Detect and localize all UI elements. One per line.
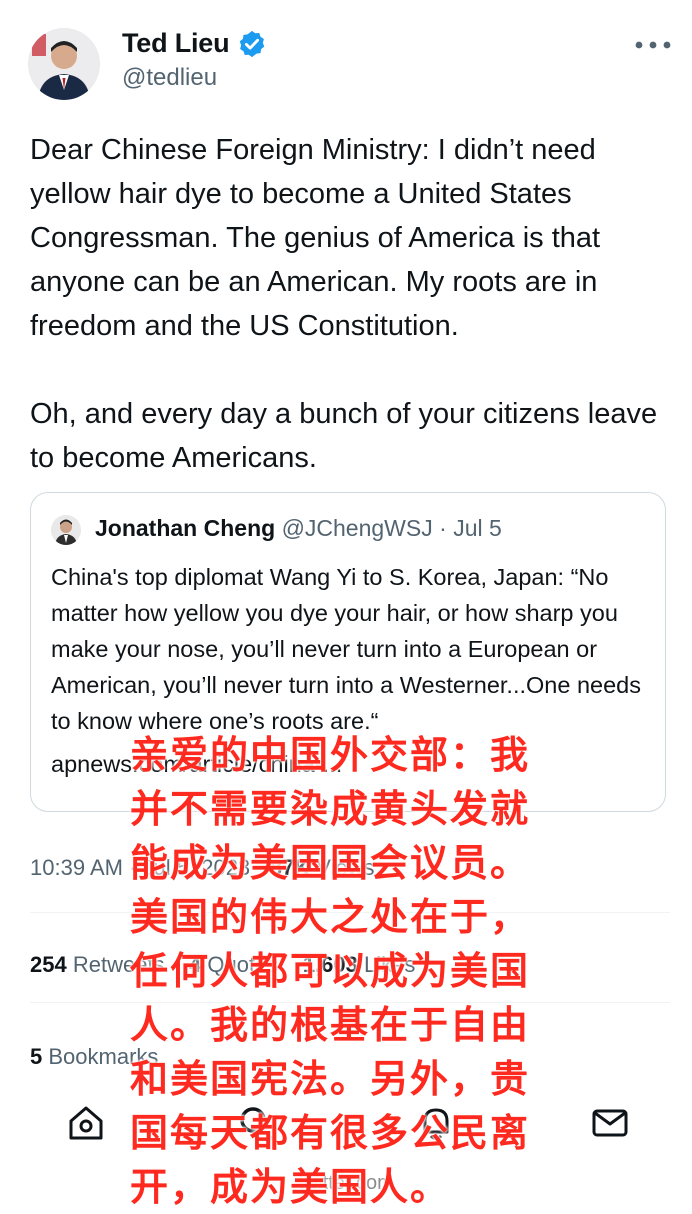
person-avatar-icon (51, 515, 81, 545)
quoted-tweet-header: Jonathan Cheng @JChengWSJ · Jul 5 (95, 515, 502, 542)
quoted-author-avatar (51, 515, 81, 545)
quoted-author-name: Jonathan Cheng (95, 515, 276, 541)
tweet-text: Dear Chinese Foreign Ministry: I didn’t … (30, 134, 658, 474)
retweets-count: 254 (30, 952, 67, 977)
more-options-icon[interactable] (633, 40, 673, 50)
author-handle[interactable]: @tedlieu (122, 64, 217, 92)
quoted-date: Jul 5 (453, 515, 502, 541)
translation-overlay-text: 亲爱的中国外交部：我 并不需要染成黄头发就 能成为美国国会议员。 美国的伟大之处… (130, 733, 531, 1209)
quoted-separator: · (439, 515, 447, 541)
person-avatar-icon (28, 28, 100, 100)
bookmarks-count: 5 (30, 1044, 43, 1069)
author-display-name[interactable]: Ted Lieu (122, 28, 230, 59)
messages-icon[interactable] (590, 1103, 630, 1143)
verified-badge-icon (240, 30, 265, 57)
quoted-author-handle: @JChengWSJ (281, 515, 433, 541)
tweet-time[interactable]: 10:39 AM (30, 855, 123, 880)
author-avatar[interactable] (28, 28, 100, 100)
tweet-header: Ted Lieu @tedlieu (0, 0, 692, 120)
quoted-tweet-text: China's top diplomat Wang Yi to S. Korea… (51, 564, 648, 734)
home-icon[interactable] (66, 1103, 106, 1143)
author-name-row: Ted Lieu (122, 28, 267, 59)
